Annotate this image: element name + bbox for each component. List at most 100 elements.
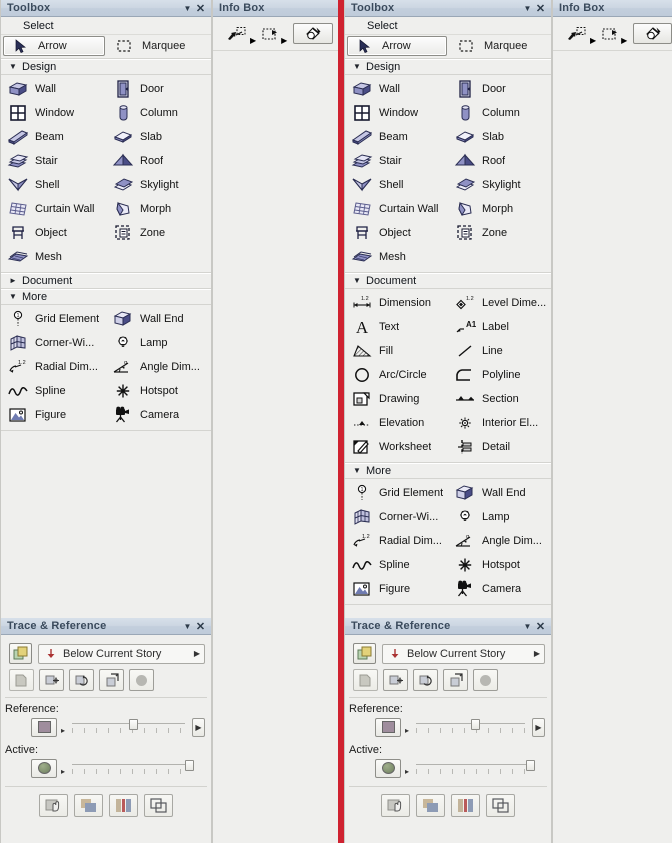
reference-opacity-slider[interactable] bbox=[72, 717, 185, 737]
tool-roof[interactable]: Roof bbox=[448, 149, 551, 173]
trace-page-icon-button[interactable] bbox=[9, 669, 34, 691]
tool-level-dime[interactable]: 1.2 Level Dime... bbox=[448, 291, 551, 315]
grey-fill-icon-button[interactable] bbox=[473, 669, 498, 691]
tool-dimension[interactable]: 1.2 Dimension bbox=[345, 291, 448, 315]
tool-door[interactable]: Door bbox=[448, 77, 551, 101]
tool-arc-circle[interactable]: Arc/Circle bbox=[345, 363, 448, 387]
marquee-tool-icon[interactable] bbox=[602, 27, 618, 41]
tool-stair[interactable]: Stair bbox=[1, 149, 106, 173]
tool-stair[interactable]: Stair bbox=[345, 149, 448, 173]
swap-colors-icon-button[interactable] bbox=[416, 794, 445, 817]
document-group-header-right[interactable]: ▼ Document bbox=[345, 273, 551, 289]
tool-drawing[interactable]: Drawing bbox=[345, 387, 448, 411]
tool-marquee-right[interactable]: Marquee bbox=[449, 36, 549, 56]
split-view-icon-button[interactable] bbox=[451, 794, 480, 817]
tool-angle-dim[interactable]: α Angle Dim... bbox=[448, 529, 551, 553]
trace-collapse-caret-icon-right[interactable]: ▼ bbox=[521, 620, 534, 633]
reference-color-button[interactable] bbox=[375, 717, 401, 737]
tool-section[interactable]: Section bbox=[448, 387, 551, 411]
tool-zone[interactable]: Zone bbox=[106, 221, 211, 245]
tool-corner-wi[interactable]: Corner-Wi... bbox=[345, 505, 448, 529]
split-view-icon-button[interactable] bbox=[109, 794, 138, 817]
trace-toggle-button[interactable] bbox=[9, 643, 32, 664]
design-group-header-left[interactable]: ▼ Design bbox=[1, 59, 211, 75]
tool-shell[interactable]: Shell bbox=[345, 173, 448, 197]
align-trace-icon-button[interactable] bbox=[443, 669, 468, 691]
paint-bucket-tool-icon[interactable] bbox=[293, 23, 334, 44]
slider-thumb[interactable] bbox=[470, 719, 480, 730]
marquee-dropdown-icon[interactable]: ▶ bbox=[281, 36, 287, 45]
tool-corner-wi[interactable]: Corner-Wi... bbox=[1, 331, 106, 355]
reference-color-caret-icon[interactable]: ▸ bbox=[61, 726, 65, 735]
tool-line[interactable]: Line bbox=[448, 339, 551, 363]
move-trace-icon-button[interactable] bbox=[383, 669, 408, 691]
tool-arrow-right[interactable]: Arrow bbox=[347, 36, 447, 56]
tool-interior-el[interactable]: Interior El... bbox=[448, 411, 551, 435]
tool-detail[interactable]: Detail bbox=[448, 435, 551, 459]
tool-wall[interactable]: Wall bbox=[1, 77, 106, 101]
select-arrow-tool-icon[interactable] bbox=[567, 26, 587, 42]
paint-bucket-tool-icon[interactable] bbox=[633, 23, 672, 44]
tool-radial-dim[interactable]: 1.2 Radial Dim... bbox=[1, 355, 106, 379]
active-opacity-slider[interactable] bbox=[72, 758, 195, 778]
trace-page-icon-button[interactable] bbox=[353, 669, 378, 691]
tool-wall-end[interactable]: Wall End bbox=[106, 307, 211, 331]
tool-marquee-left[interactable]: Marquee bbox=[107, 36, 209, 56]
swap-colors-icon-button[interactable] bbox=[74, 794, 103, 817]
overlay-icon-button[interactable] bbox=[486, 794, 515, 817]
tool-slab[interactable]: Slab bbox=[448, 125, 551, 149]
trace-close-icon-right[interactable]: ✕ bbox=[534, 620, 547, 633]
select-arrow-tool-icon[interactable] bbox=[227, 26, 247, 42]
tool-morph[interactable]: Morph bbox=[448, 197, 551, 221]
tool-door[interactable]: Door bbox=[106, 77, 211, 101]
tool-grid-element[interactable]: 1 Grid Element bbox=[1, 307, 106, 331]
slider-thumb[interactable] bbox=[128, 719, 138, 730]
tool-spline[interactable]: Spline bbox=[345, 553, 448, 577]
tool-object[interactable]: Object bbox=[345, 221, 448, 245]
tool-lamp[interactable]: Lamp bbox=[448, 505, 551, 529]
hand-drag-icon-button[interactable] bbox=[381, 794, 410, 817]
tool-wall[interactable]: Wall bbox=[345, 77, 448, 101]
tool-arrow-left[interactable]: Arrow bbox=[3, 36, 105, 56]
active-color-caret-icon[interactable]: ▸ bbox=[61, 767, 65, 776]
trace-collapse-caret-icon[interactable]: ▼ bbox=[181, 620, 194, 633]
story-selector[interactable]: Below Current Story ▶ bbox=[382, 643, 545, 664]
hand-drag-icon-button[interactable] bbox=[39, 794, 68, 817]
tool-slab[interactable]: Slab bbox=[106, 125, 211, 149]
toolbox-close-icon-right[interactable]: ✕ bbox=[534, 2, 547, 15]
story-selector-caret-icon[interactable]: ▶ bbox=[194, 649, 200, 658]
story-selector[interactable]: Below Current Story ▶ bbox=[38, 643, 205, 664]
more-group-header-right[interactable]: ▼ More bbox=[345, 463, 551, 479]
tool-worksheet[interactable]: Worksheet bbox=[345, 435, 448, 459]
reference-next-button[interactable]: ▶ bbox=[532, 717, 545, 737]
active-color-button[interactable] bbox=[375, 758, 401, 778]
align-trace-icon-button[interactable] bbox=[99, 669, 124, 691]
tool-window[interactable]: Window bbox=[1, 101, 106, 125]
tool-radial-dim[interactable]: 1.2 Radial Dim... bbox=[345, 529, 448, 553]
slider-thumb[interactable] bbox=[525, 760, 535, 771]
reference-opacity-slider[interactable] bbox=[416, 717, 525, 737]
tool-mesh[interactable]: Mesh bbox=[345, 245, 448, 269]
tool-curtain-wall[interactable]: Curtain Wall bbox=[1, 197, 106, 221]
tool-zone[interactable]: Zone bbox=[448, 221, 551, 245]
rotate-trace-icon-button[interactable] bbox=[413, 669, 438, 691]
tool-object[interactable]: Object bbox=[1, 221, 106, 245]
tool-camera[interactable]: Camera bbox=[448, 577, 551, 601]
reference-next-button[interactable]: ▶ bbox=[192, 717, 205, 737]
tool-lamp[interactable]: Lamp bbox=[106, 331, 211, 355]
more-group-header-left[interactable]: ▼ More bbox=[1, 289, 211, 305]
tool-beam[interactable]: Beam bbox=[1, 125, 106, 149]
tool-grid-element[interactable]: 1 Grid Element bbox=[345, 481, 448, 505]
document-group-header-left[interactable]: ► Document bbox=[1, 273, 211, 289]
tool-elevation[interactable]: Elevation bbox=[345, 411, 448, 435]
active-color-caret-icon[interactable]: ▸ bbox=[405, 767, 409, 776]
tool-polyline[interactable]: Polyline bbox=[448, 363, 551, 387]
tool-figure[interactable]: Figure bbox=[1, 403, 106, 427]
reference-color-button[interactable] bbox=[31, 717, 57, 737]
tool-curtain-wall[interactable]: Curtain Wall bbox=[345, 197, 448, 221]
tool-roof[interactable]: Roof bbox=[106, 149, 211, 173]
marquee-tool-icon[interactable] bbox=[262, 27, 278, 41]
tool-skylight[interactable]: Skylight bbox=[448, 173, 551, 197]
active-color-button[interactable] bbox=[31, 758, 57, 778]
tool-hotspot[interactable]: Hotspot bbox=[448, 553, 551, 577]
